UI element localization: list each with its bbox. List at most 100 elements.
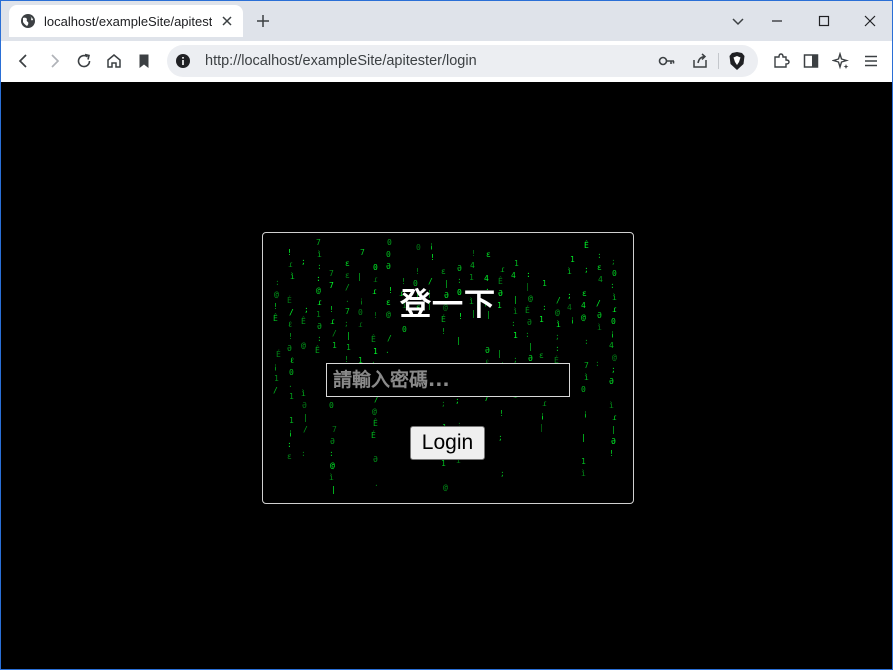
back-arrow-icon[interactable] — [15, 52, 33, 70]
matrix-glyph: 7 — [584, 361, 589, 370]
matrix-glyph: ì — [581, 469, 586, 478]
share-icon[interactable] — [691, 52, 709, 70]
matrix-glyph: ℓ — [290, 356, 294, 365]
url-text[interactable]: http://localhost/exampleSite/apitester/l… — [205, 53, 477, 69]
matrix-glyph: ; — [301, 257, 306, 266]
login-panel: : @! Ê É ¡ 1/! ɾ ì É / ℓ! Əℓ 0. 1 1 ¡: ɛ;; Ê @ ì Ə | /:7 ì:: @ ɾ 1… — [262, 232, 634, 504]
matrix-glyph: Ə — [287, 344, 292, 353]
chevron-down-icon[interactable] — [730, 13, 746, 29]
matrix-glyph: 1 — [346, 343, 351, 352]
matrix-glyph: . — [385, 346, 390, 355]
matrix-glyph: ɛ — [486, 250, 491, 259]
home-icon[interactable] — [105, 52, 123, 70]
hamburger-menu-icon[interactable] — [862, 52, 880, 70]
matrix-glyph: Ê — [584, 239, 589, 250]
matrix-glyph: 0 — [612, 269, 617, 278]
matrix-glyph: 0 — [581, 385, 586, 394]
matrix-glyph: ! — [288, 332, 293, 341]
matrix-glyph: @ — [612, 353, 617, 362]
matrix-glyph: ¡ — [583, 409, 588, 418]
matrix-glyph: ! — [609, 449, 614, 458]
matrix-glyph: ; — [584, 265, 589, 274]
matrix-glyph: Ə — [302, 401, 307, 410]
password-input[interactable] — [326, 363, 570, 397]
matrix-glyph: ; — [555, 332, 560, 341]
matrix-glyph: @ — [443, 483, 448, 492]
matrix-glyph: ɾ — [500, 265, 505, 274]
puzzle-icon[interactable] — [772, 52, 790, 70]
matrix-glyph: É — [276, 348, 281, 359]
matrix-glyph: : — [526, 270, 531, 279]
sparkle-icon[interactable] — [832, 52, 850, 70]
forward-arrow-icon[interactable] — [45, 52, 63, 70]
matrix-glyph: . — [374, 479, 379, 488]
maximize-icon[interactable] — [816, 13, 832, 29]
matrix-glyph: 0 — [402, 325, 407, 334]
matrix-glyph: ; — [611, 257, 616, 266]
matrix-glyph: 1 — [289, 416, 294, 425]
matrix-glyph: ; — [500, 469, 505, 478]
matrix-glyph: Ə — [457, 264, 462, 273]
separator — [718, 53, 719, 69]
matrix-glyph: / — [303, 425, 308, 434]
brave-lion-icon[interactable] — [728, 51, 746, 71]
matrix-glyph: 0 — [386, 250, 391, 259]
matrix-glyph: | — [611, 425, 616, 434]
sidebar-icon[interactable] — [802, 52, 820, 70]
matrix-glyph: 1 — [514, 259, 519, 268]
matrix-glyph: ; — [611, 365, 616, 374]
matrix-glyph: : — [301, 449, 306, 458]
matrix-glyph: ¡ — [540, 411, 545, 420]
matrix-glyph: | — [346, 331, 351, 340]
login-button[interactable]: Login — [410, 426, 485, 460]
matrix-glyph: / — [332, 329, 337, 338]
matrix-glyph: : — [584, 337, 589, 346]
reload-icon[interactable] — [75, 52, 93, 70]
matrix-glyph: ! — [287, 248, 292, 257]
matrix-glyph: ; — [498, 433, 503, 442]
tab-login[interactable]: localhost/exampleSite/apitester/login — [9, 5, 243, 37]
matrix-glyph: Ə — [609, 377, 614, 386]
matrix-glyph: Ê — [373, 417, 378, 428]
tab-strip: localhost/exampleSite/apitester/login — [1, 1, 892, 41]
matrix-glyph: ! — [441, 327, 446, 336]
matrix-glyph: : — [317, 334, 322, 343]
bookmark-icon[interactable] — [135, 52, 153, 70]
matrix-glyph: ! — [499, 409, 504, 418]
matrix-glyph: ɾ — [542, 399, 547, 408]
matrix-glyph: 7 — [329, 269, 334, 278]
minimize-icon[interactable] — [769, 13, 785, 29]
matrix-glyph: 4 — [470, 261, 475, 270]
tab-close-icon[interactable] — [219, 13, 235, 29]
matrix-glyph: ; — [441, 399, 446, 408]
matrix-glyph: É — [371, 429, 376, 440]
matrix-glyph: 7 — [316, 238, 321, 247]
matrix-glyph: : — [329, 449, 334, 458]
tab-title: localhost/exampleSite/apitester/login — [44, 13, 212, 29]
matrix-glyph: ɛ — [345, 259, 350, 268]
address-bar[interactable]: http://localhost/exampleSite/apitester/l… — [167, 45, 758, 77]
matrix-glyph: 4 — [609, 341, 614, 350]
matrix-glyph: Ə — [330, 437, 335, 446]
matrix-glyph: ì — [301, 389, 306, 398]
matrix-glyph: Ê — [371, 333, 376, 344]
matrix-glyph: 7 — [360, 248, 365, 257]
matrix-glyph: | — [303, 413, 308, 422]
matrix-glyph: 0 — [289, 368, 294, 377]
matrix-glyph: / — [273, 386, 278, 395]
info-icon[interactable] — [175, 53, 191, 69]
browser-window: localhost/exampleSite/apitester/login — [0, 0, 893, 670]
matrix-glyph: ¡ — [288, 428, 293, 437]
matrix-glyph: 1 — [373, 347, 378, 356]
matrix-glyph: ì — [317, 250, 322, 259]
matrix-glyph: ì — [567, 267, 572, 276]
plus-icon[interactable] — [255, 13, 271, 29]
matrix-glyph: 7 — [332, 425, 337, 434]
matrix-glyph: 1 — [332, 341, 337, 350]
matrix-glyph: 0 — [373, 263, 378, 272]
matrix-glyph: ¡ — [429, 241, 434, 250]
matrix-glyph: 1 — [581, 457, 586, 466]
matrix-glyph: Ê — [315, 344, 320, 355]
window-close-icon[interactable] — [862, 13, 878, 29]
key-icon[interactable] — [658, 53, 676, 69]
